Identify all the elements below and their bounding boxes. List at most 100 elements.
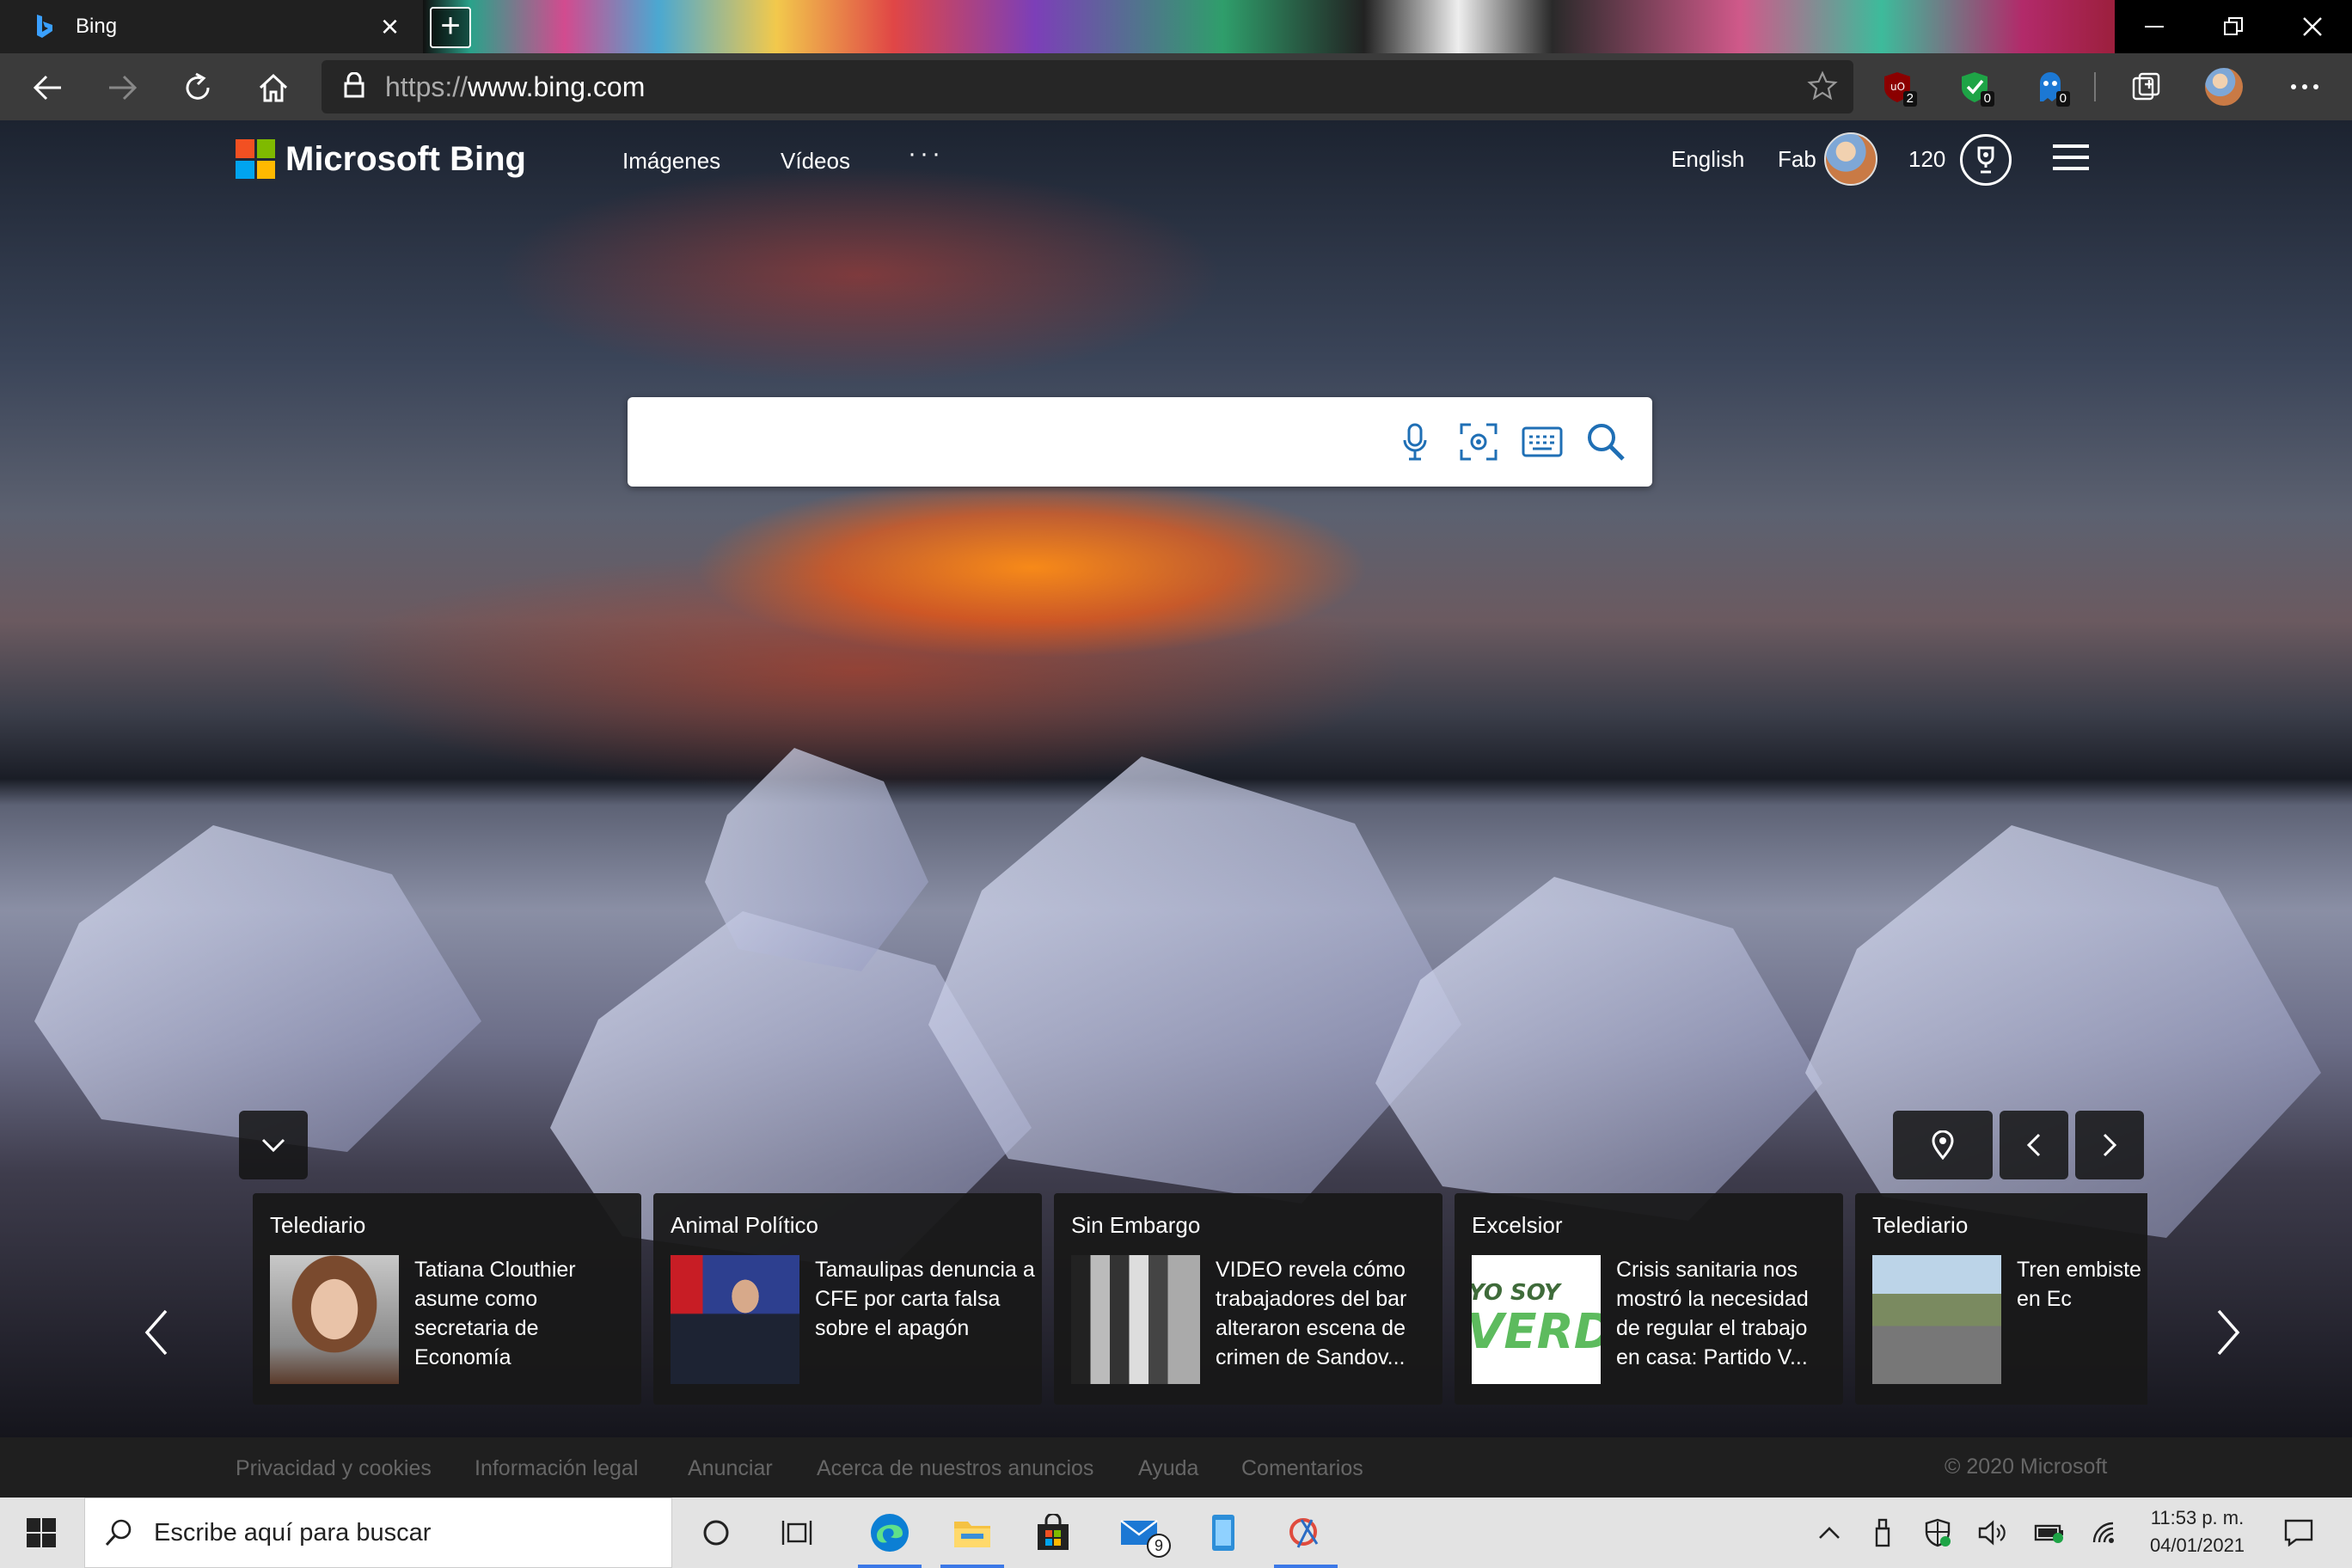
tab-title: Bing	[76, 15, 118, 38]
search-input[interactable]	[648, 418, 1387, 466]
news-thumbnail	[671, 1255, 799, 1384]
edge-icon	[871, 1514, 909, 1552]
news-headline: Tatiana Clouthier asume como secretaria …	[414, 1258, 576, 1369]
rewards-trophy-icon[interactable]	[1960, 134, 2012, 186]
nav-videos[interactable]: Vídeos	[781, 148, 850, 175]
chevron-right-icon	[2217, 1309, 2240, 1356]
footer-link-feedback[interactable]: Comentarios	[1241, 1456, 1363, 1481]
defender-shield-icon[interactable]	[1920, 1498, 1955, 1568]
tab-bing[interactable]: Bing ×	[0, 0, 423, 53]
footer-link-advertise[interactable]: Anunciar	[688, 1456, 773, 1481]
cortana-icon[interactable]	[688, 1498, 744, 1568]
action-center-icon[interactable]	[2273, 1498, 2324, 1568]
back-icon[interactable]	[22, 62, 74, 113]
image-location-button[interactable]	[1893, 1111, 1993, 1179]
battery-icon[interactable]	[2032, 1498, 2067, 1568]
bing-favicon-icon	[33, 15, 57, 39]
folder-icon	[954, 1522, 990, 1547]
news-thumbnail: YO SOY VERDE	[1472, 1255, 1601, 1384]
news-headline: Tren embiste patrulla en Ec	[2017, 1258, 2147, 1311]
taskbar-clock[interactable]: 11:53 p. m. 04/01/2021	[2135, 1504, 2259, 1559]
background-ice	[1375, 877, 1822, 1221]
taskbar-file-explorer[interactable]	[934, 1498, 1011, 1568]
address-bar[interactable]: https://www.bing.com	[322, 60, 1853, 113]
profile-avatar-icon[interactable]	[2202, 65, 2245, 108]
footer-link-privacy[interactable]: Privacidad y cookies	[236, 1456, 432, 1481]
background-ice	[34, 825, 481, 1152]
shield-check-icon[interactable]: 0	[1953, 65, 1996, 108]
microphone-icon[interactable]	[1391, 418, 1439, 466]
windows-logo-icon	[27, 1518, 56, 1547]
start-button[interactable]	[0, 1498, 83, 1568]
wifi-icon[interactable]	[2087, 1498, 2122, 1568]
favorite-star-icon[interactable]	[1807, 70, 1838, 106]
news-source: Sin Embargo	[1071, 1212, 1201, 1238]
search-icon[interactable]	[1582, 418, 1630, 466]
clock-date: 04/01/2021	[2149, 1534, 2245, 1556]
user-avatar[interactable]	[1824, 132, 1877, 186]
rewards-points[interactable]: 120	[1908, 146, 1945, 173]
refresh-icon[interactable]	[172, 62, 224, 113]
news-card[interactable]: Telediario Tatiana Clouthier asume como …	[253, 1193, 641, 1405]
language-link[interactable]: English	[1671, 146, 1744, 173]
close-tab-icon[interactable]: ×	[381, 10, 399, 43]
user-name[interactable]: Fab	[1778, 146, 1816, 173]
active-indicator	[1274, 1565, 1338, 1568]
svg-text:YO SOY: YO SOY	[1472, 1280, 1563, 1306]
browser-toolbar: https://www.bing.com uO 2 0 0	[0, 53, 2352, 120]
news-carousel: Telediario Tatiana Clouthier asume como …	[253, 1193, 2147, 1405]
collapse-feed-button[interactable]	[239, 1111, 308, 1179]
chevron-left-icon	[2026, 1133, 2041, 1157]
footer-link-about-ads[interactable]: Acerca de nuestros anuncios	[817, 1456, 1093, 1481]
url-text: https://www.bing.com	[385, 70, 646, 102]
phone-icon	[1212, 1515, 1234, 1551]
minimize-icon[interactable]	[2115, 0, 2194, 53]
taskbar-store[interactable]	[1014, 1498, 1092, 1568]
forward-icon[interactable]	[96, 62, 148, 113]
news-card[interactable]: Animal Político Tamaulipas denuncia a CF…	[653, 1193, 1042, 1405]
news-headline: VIDEO revela cómo trabajadores del bar a…	[1216, 1258, 1407, 1369]
news-source: Telediario	[270, 1212, 366, 1238]
nav-more-button[interactable]: ···	[908, 139, 944, 168]
search-box	[628, 397, 1652, 487]
footer-link-legal[interactable]: Información legal	[475, 1456, 638, 1481]
background-ice	[705, 748, 928, 971]
visual-search-icon[interactable]	[1455, 418, 1503, 466]
store-icon	[1038, 1514, 1069, 1550]
ghost-icon[interactable]: 0	[2029, 65, 2072, 108]
taskbar-phone[interactable]	[1185, 1498, 1262, 1568]
nav-images[interactable]: Imágenes	[622, 148, 720, 175]
home-icon[interactable]	[248, 62, 299, 113]
background-ice	[928, 756, 1461, 1204]
taskbar-search[interactable]: Escribe aquí para buscar	[84, 1498, 672, 1568]
news-thumbnail	[270, 1255, 399, 1384]
page-footer: Privacidad y cookies Información legal A…	[0, 1437, 2352, 1498]
news-card[interactable]: Sin Embargo VIDEO revela cómo trabajador…	[1054, 1193, 1442, 1405]
show-hidden-icons-chevron-up-icon[interactable]	[1812, 1498, 1847, 1568]
keyboard-icon[interactable]	[1518, 418, 1566, 466]
restore-icon[interactable]	[2194, 0, 2273, 53]
taskbar-mail[interactable]: 9	[1104, 1498, 1181, 1568]
news-card[interactable]: Excelsior YO SOY VERDE Crisis sanitaria …	[1455, 1193, 1843, 1405]
taskbar-snip[interactable]	[1267, 1498, 1344, 1568]
taskbar-edge[interactable]	[851, 1498, 928, 1568]
usb-device-icon[interactable]	[1865, 1498, 1900, 1568]
next-image-button[interactable]	[2075, 1111, 2144, 1179]
svg-text:VERDE: VERDE	[1472, 1304, 1601, 1360]
news-card[interactable]: Telediario Tren embiste patrulla en Ec	[1855, 1193, 2147, 1405]
footer-link-help[interactable]: Ayuda	[1138, 1456, 1198, 1481]
close-window-icon[interactable]	[2273, 0, 2352, 53]
hamburger-menu-icon[interactable]	[2053, 144, 2089, 178]
previous-image-button[interactable]	[2000, 1111, 2068, 1179]
more-menu-icon[interactable]	[2283, 65, 2326, 108]
new-tab-button[interactable]: +	[430, 7, 471, 48]
collections-icon[interactable]	[2125, 65, 2168, 108]
task-view-icon[interactable]	[769, 1498, 825, 1568]
ublock-icon[interactable]: uO 2	[1876, 65, 1919, 108]
news-thumbnail	[1071, 1255, 1200, 1384]
news-thumbnail	[1872, 1255, 2001, 1384]
bing-logo[interactable]: Microsoft Bing	[236, 139, 526, 179]
news-next-button[interactable]	[2202, 1289, 2254, 1375]
news-previous-button[interactable]	[131, 1289, 182, 1375]
volume-icon[interactable]	[1975, 1498, 2010, 1568]
